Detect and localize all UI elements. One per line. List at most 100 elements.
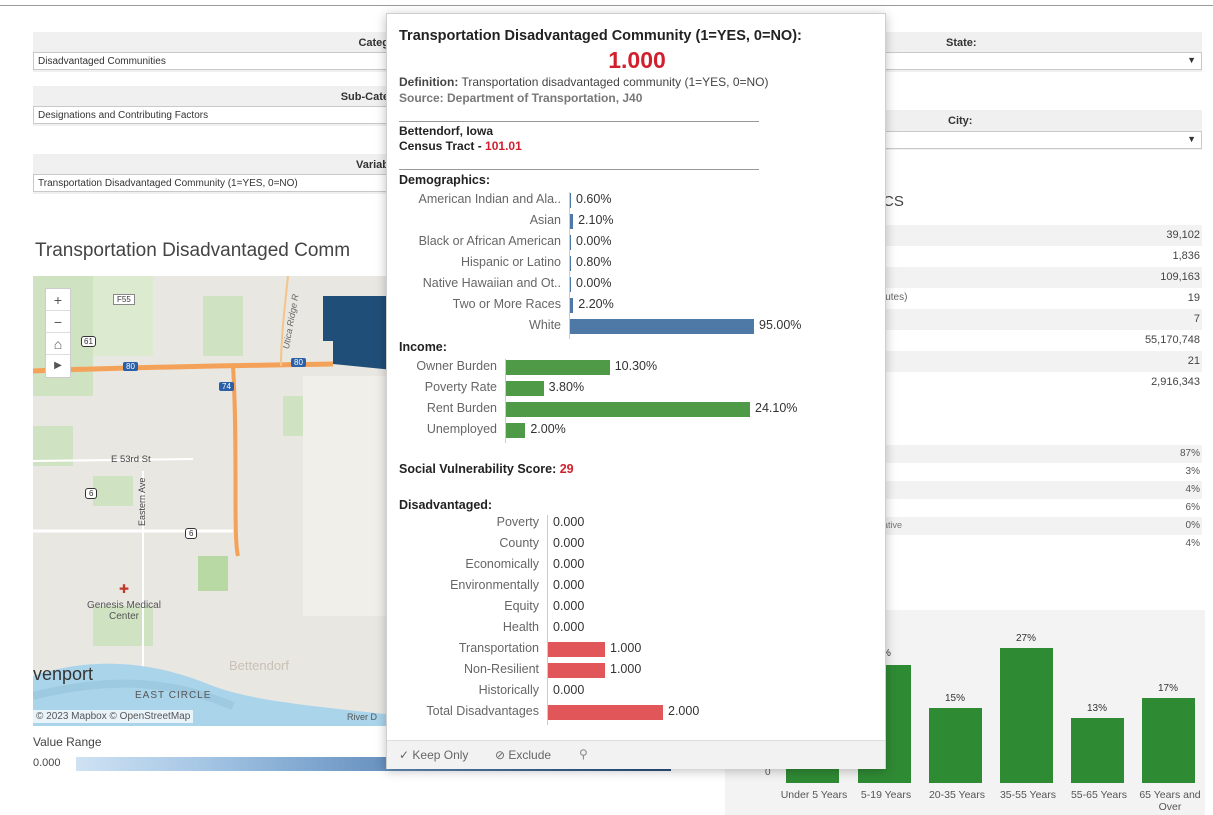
percent-value: 3% <box>1185 466 1200 477</box>
demographic-value: 0.00% <box>576 276 612 290</box>
definition-line: Definition: Transportation disadvantaged… <box>399 75 769 89</box>
route-6-shield: 6 <box>85 488 98 499</box>
chevron-down-icon: ▼ <box>1187 55 1196 65</box>
divider <box>399 169 759 170</box>
percent-row: 3% <box>880 463 1202 481</box>
percent-row: 87% <box>880 445 1202 463</box>
category-select[interactable]: Disadvantaged Communities <box>33 52 393 70</box>
value-range-label: Value Range <box>33 735 102 749</box>
census-tract: Census Tract - 101.01 <box>399 139 522 153</box>
age-category-label: 5-19 Years <box>860 789 912 801</box>
demographic-label: Two or More Races <box>452 297 561 311</box>
income-bar <box>505 381 544 396</box>
interstate-80-shield: 80 <box>123 362 138 371</box>
exclude-button[interactable]: ⊘ Exclude <box>495 748 551 762</box>
map-attribution-tail: River D <box>347 712 378 722</box>
interstate-80-shield-east: 80 <box>291 358 306 367</box>
route-6-shield-east: 6 <box>185 528 198 539</box>
state-label: State: <box>946 37 977 49</box>
age-category-label: 35-55 Years <box>999 789 1057 801</box>
disadvantaged-value: 1.000 <box>610 641 642 655</box>
income-label: Owner Burden <box>416 359 497 373</box>
age-bar <box>1071 718 1124 783</box>
demographic-label: Black or African American <box>418 234 561 248</box>
disadvantaged-label: Health <box>502 620 539 634</box>
map-controls: + − ⌂ ▶ <box>45 288 71 378</box>
disadvantaged-label: Equity <box>504 599 539 613</box>
home-icon[interactable]: ⌂ <box>46 333 70 355</box>
age-bar <box>1000 648 1053 783</box>
disadvantaged-label: Economically <box>465 557 539 571</box>
income-value: 10.30% <box>614 359 658 373</box>
disadvantaged-label: Poverty <box>496 515 539 529</box>
income-bar <box>505 360 610 375</box>
variable-select[interactable]: Transportation Disadvantaged Community (… <box>33 174 393 192</box>
subcategory-select[interactable]: Designations and Contributing Factors <box>33 106 393 124</box>
age-value-label: 13% <box>1086 703 1107 714</box>
stat-row: 109,163 <box>880 267 1202 288</box>
east-circle-label: EAST CIRCLE <box>135 690 212 701</box>
disadvantaged-label: Historically <box>478 683 539 697</box>
davenport-label: venport <box>33 664 94 684</box>
percent-value: 4% <box>1185 538 1200 549</box>
percent-value: 6% <box>1185 502 1200 513</box>
stat-value: 109,163 <box>1160 271 1200 283</box>
bettendorf-label: Bettendorf <box>229 658 289 673</box>
tooltip-value: 1.000 <box>608 47 666 73</box>
map-title: Transportation Disadvantaged Comm <box>35 240 351 261</box>
state-filter: State: ▼ <box>880 32 1202 72</box>
keep-only-button[interactable]: ✓ Keep Only <box>399 748 468 762</box>
disadvantaged-value: 0.000 <box>553 578 585 592</box>
percent-value: 87% <box>1179 448 1200 459</box>
demographic-axis <box>569 192 570 339</box>
demographics-header: Demographics: <box>399 173 490 187</box>
tooltip-panel: Transportation Disadvantaged Community (… <box>386 13 886 769</box>
city-select[interactable]: ▼ <box>880 131 1202 149</box>
route-f55-shield: F55 <box>113 294 135 305</box>
disadvantaged-value: 0.000 <box>553 515 585 529</box>
demographic-label: Asian <box>529 213 561 227</box>
subcategory-filter: Sub-Cate Designations and Contributing F… <box>33 86 393 126</box>
disadvantaged-value: 0.000 <box>553 536 585 550</box>
disadvantaged-label: County <box>499 536 539 550</box>
stat-row: 21 <box>880 351 1202 372</box>
disadvantaged-value: 2.000 <box>668 704 700 718</box>
top-divider <box>0 5 1213 6</box>
age-category-label: 55-65 Years <box>1070 789 1128 801</box>
income-bar <box>505 402 750 417</box>
map-attribution: © 2023 Mapbox © OpenStreetMap <box>33 710 194 723</box>
disadvantaged-label: Environmentally <box>450 578 539 592</box>
age-category-label: 65 Years and Over <box>1139 789 1201 813</box>
zoom-out-button[interactable]: − <box>46 311 70 333</box>
disadvantaged-value: 1.000 <box>610 662 642 676</box>
e53rd-st-label: E 53rd St <box>111 454 151 465</box>
stat-value: 39,102 <box>1166 229 1200 241</box>
disadvantaged-bar <box>547 663 605 678</box>
stat-value: 19 <box>1187 292 1200 304</box>
age-value-label: 15% <box>944 693 965 704</box>
place-name: Bettendorf, Iowa <box>399 124 494 138</box>
percent-value: 0% <box>1185 520 1200 531</box>
stat-value: 7 <box>1193 313 1200 325</box>
tract-value: 101.01 <box>485 139 522 153</box>
age-category-label: 20-35 Years <box>928 789 986 801</box>
map-view[interactable]: F55 61 80 80 74 6 6 Utica Ridge R E 53rd… <box>33 276 403 726</box>
play-icon[interactable]: ▶ <box>46 355 70 377</box>
stat-row: 1,836 <box>880 246 1202 267</box>
state-select[interactable]: ▼ <box>880 52 1202 70</box>
income-header: Income: <box>399 340 447 354</box>
city-label: City: <box>948 115 973 127</box>
stat-row: 7 <box>880 309 1202 330</box>
demographic-label: Hispanic or Latino <box>460 255 561 269</box>
disadvantaged-value: 0.000 <box>553 683 585 697</box>
disadvantaged-bar <box>547 705 663 720</box>
tract-label: Census Tract - <box>399 139 482 153</box>
income-label: Rent Burden <box>426 401 497 415</box>
variable-filter: Variab Transportation Disadvantaged Comm… <box>33 154 393 194</box>
divider <box>399 121 759 122</box>
disadvantaged-value: 0.000 <box>553 599 585 613</box>
demographic-value: 95.00% <box>759 318 802 332</box>
zoom-in-button[interactable]: + <box>46 289 70 311</box>
stat-label: iutes) <box>883 292 908 303</box>
pin-icon[interactable]: ⚲ <box>579 747 588 761</box>
